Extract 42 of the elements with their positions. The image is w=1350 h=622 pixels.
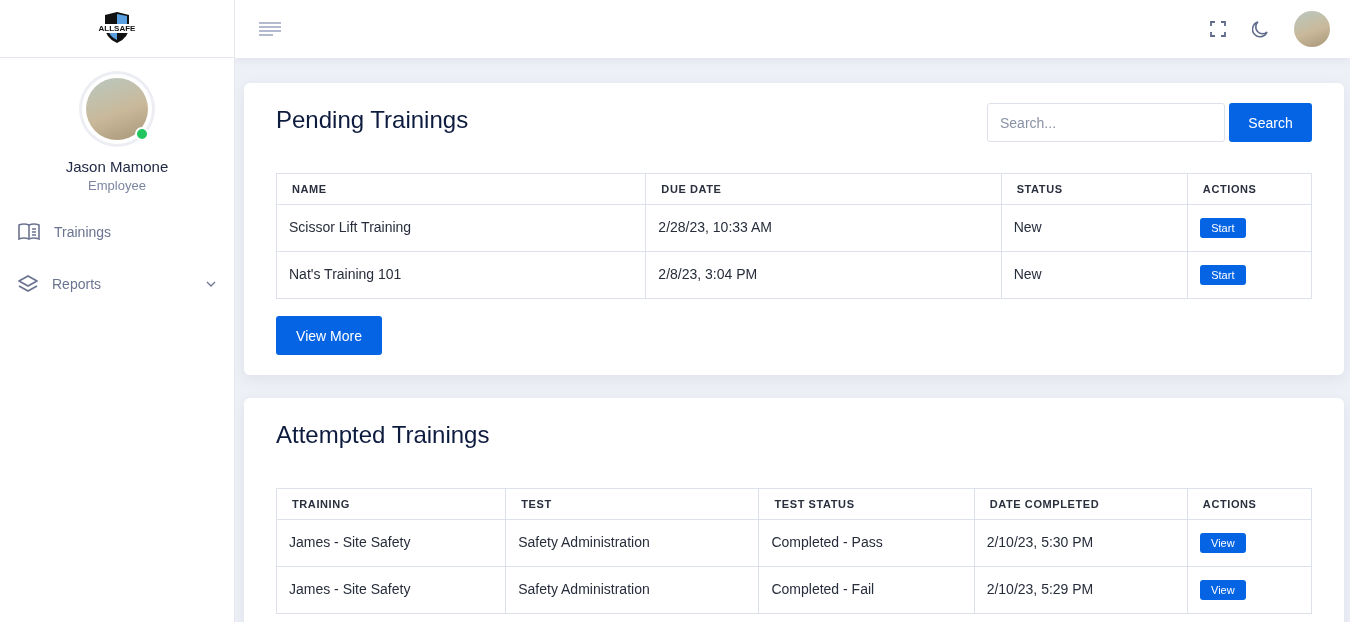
book-icon: [18, 223, 40, 241]
fullscreen-icon[interactable]: [1210, 21, 1226, 37]
table-cell: James - Site Safety: [276, 519, 506, 567]
table-cell: Safety Administration: [505, 519, 759, 567]
column-header: STATUS: [1001, 173, 1188, 205]
column-header: TEST: [505, 488, 759, 520]
table-cell: New: [1001, 251, 1188, 299]
column-header: ACTIONS: [1187, 173, 1312, 205]
table-cell: New: [1001, 204, 1188, 252]
table-cell: Safety Administration: [505, 566, 759, 614]
table-cell: James - Site Safety: [276, 566, 506, 614]
row-action-button[interactable]: Start: [1199, 265, 1246, 285]
logo: ALLSAFE: [95, 11, 139, 46]
search-field[interactable]: Search...: [987, 103, 1225, 142]
moon-icon[interactable]: [1252, 20, 1268, 38]
row-action-button[interactable]: Start: [1199, 218, 1246, 238]
user-role: Employee: [88, 178, 146, 193]
card-title: Pending Trainings: [276, 105, 469, 135]
column-header: TRAINING: [276, 488, 506, 520]
table-cell: Completed - Fail: [758, 566, 975, 614]
view-more-button[interactable]: View More: [276, 316, 382, 355]
search-button[interactable]: Search: [1229, 103, 1312, 142]
table-cell: 2/10/23, 5:30 PM: [974, 519, 1188, 567]
sidebar-item[interactable]: Reports: [18, 275, 216, 293]
user-name: Jason Mamone: [65, 158, 169, 175]
table-cell: Nat's Training 101: [276, 251, 646, 299]
table-cell: 2/28/23, 10:33 AM: [645, 204, 1002, 252]
column-header: DATE COMPLETED: [974, 488, 1188, 520]
column-header: ACTIONS: [1187, 488, 1312, 520]
table-cell: 2/8/23, 3:04 PM: [645, 251, 1002, 299]
table-cell: 2/10/23, 5:29 PM: [974, 566, 1188, 614]
avatar-photo-placeholder: [86, 78, 148, 140]
row-action-button[interactable]: View: [1199, 580, 1246, 600]
layers-icon: [18, 275, 38, 293]
card-title: Attempted Trainings: [276, 420, 490, 450]
column-header: NAME: [276, 173, 646, 205]
sidebar-item[interactable]: Trainings: [18, 223, 216, 241]
row-action-button[interactable]: View: [1199, 533, 1246, 553]
column-header: TEST STATUS: [758, 488, 975, 520]
table-cell: Completed - Pass: [758, 519, 975, 567]
column-header: DUE DATE: [645, 173, 1002, 205]
table-cell: Scissor Lift Training: [276, 204, 646, 252]
